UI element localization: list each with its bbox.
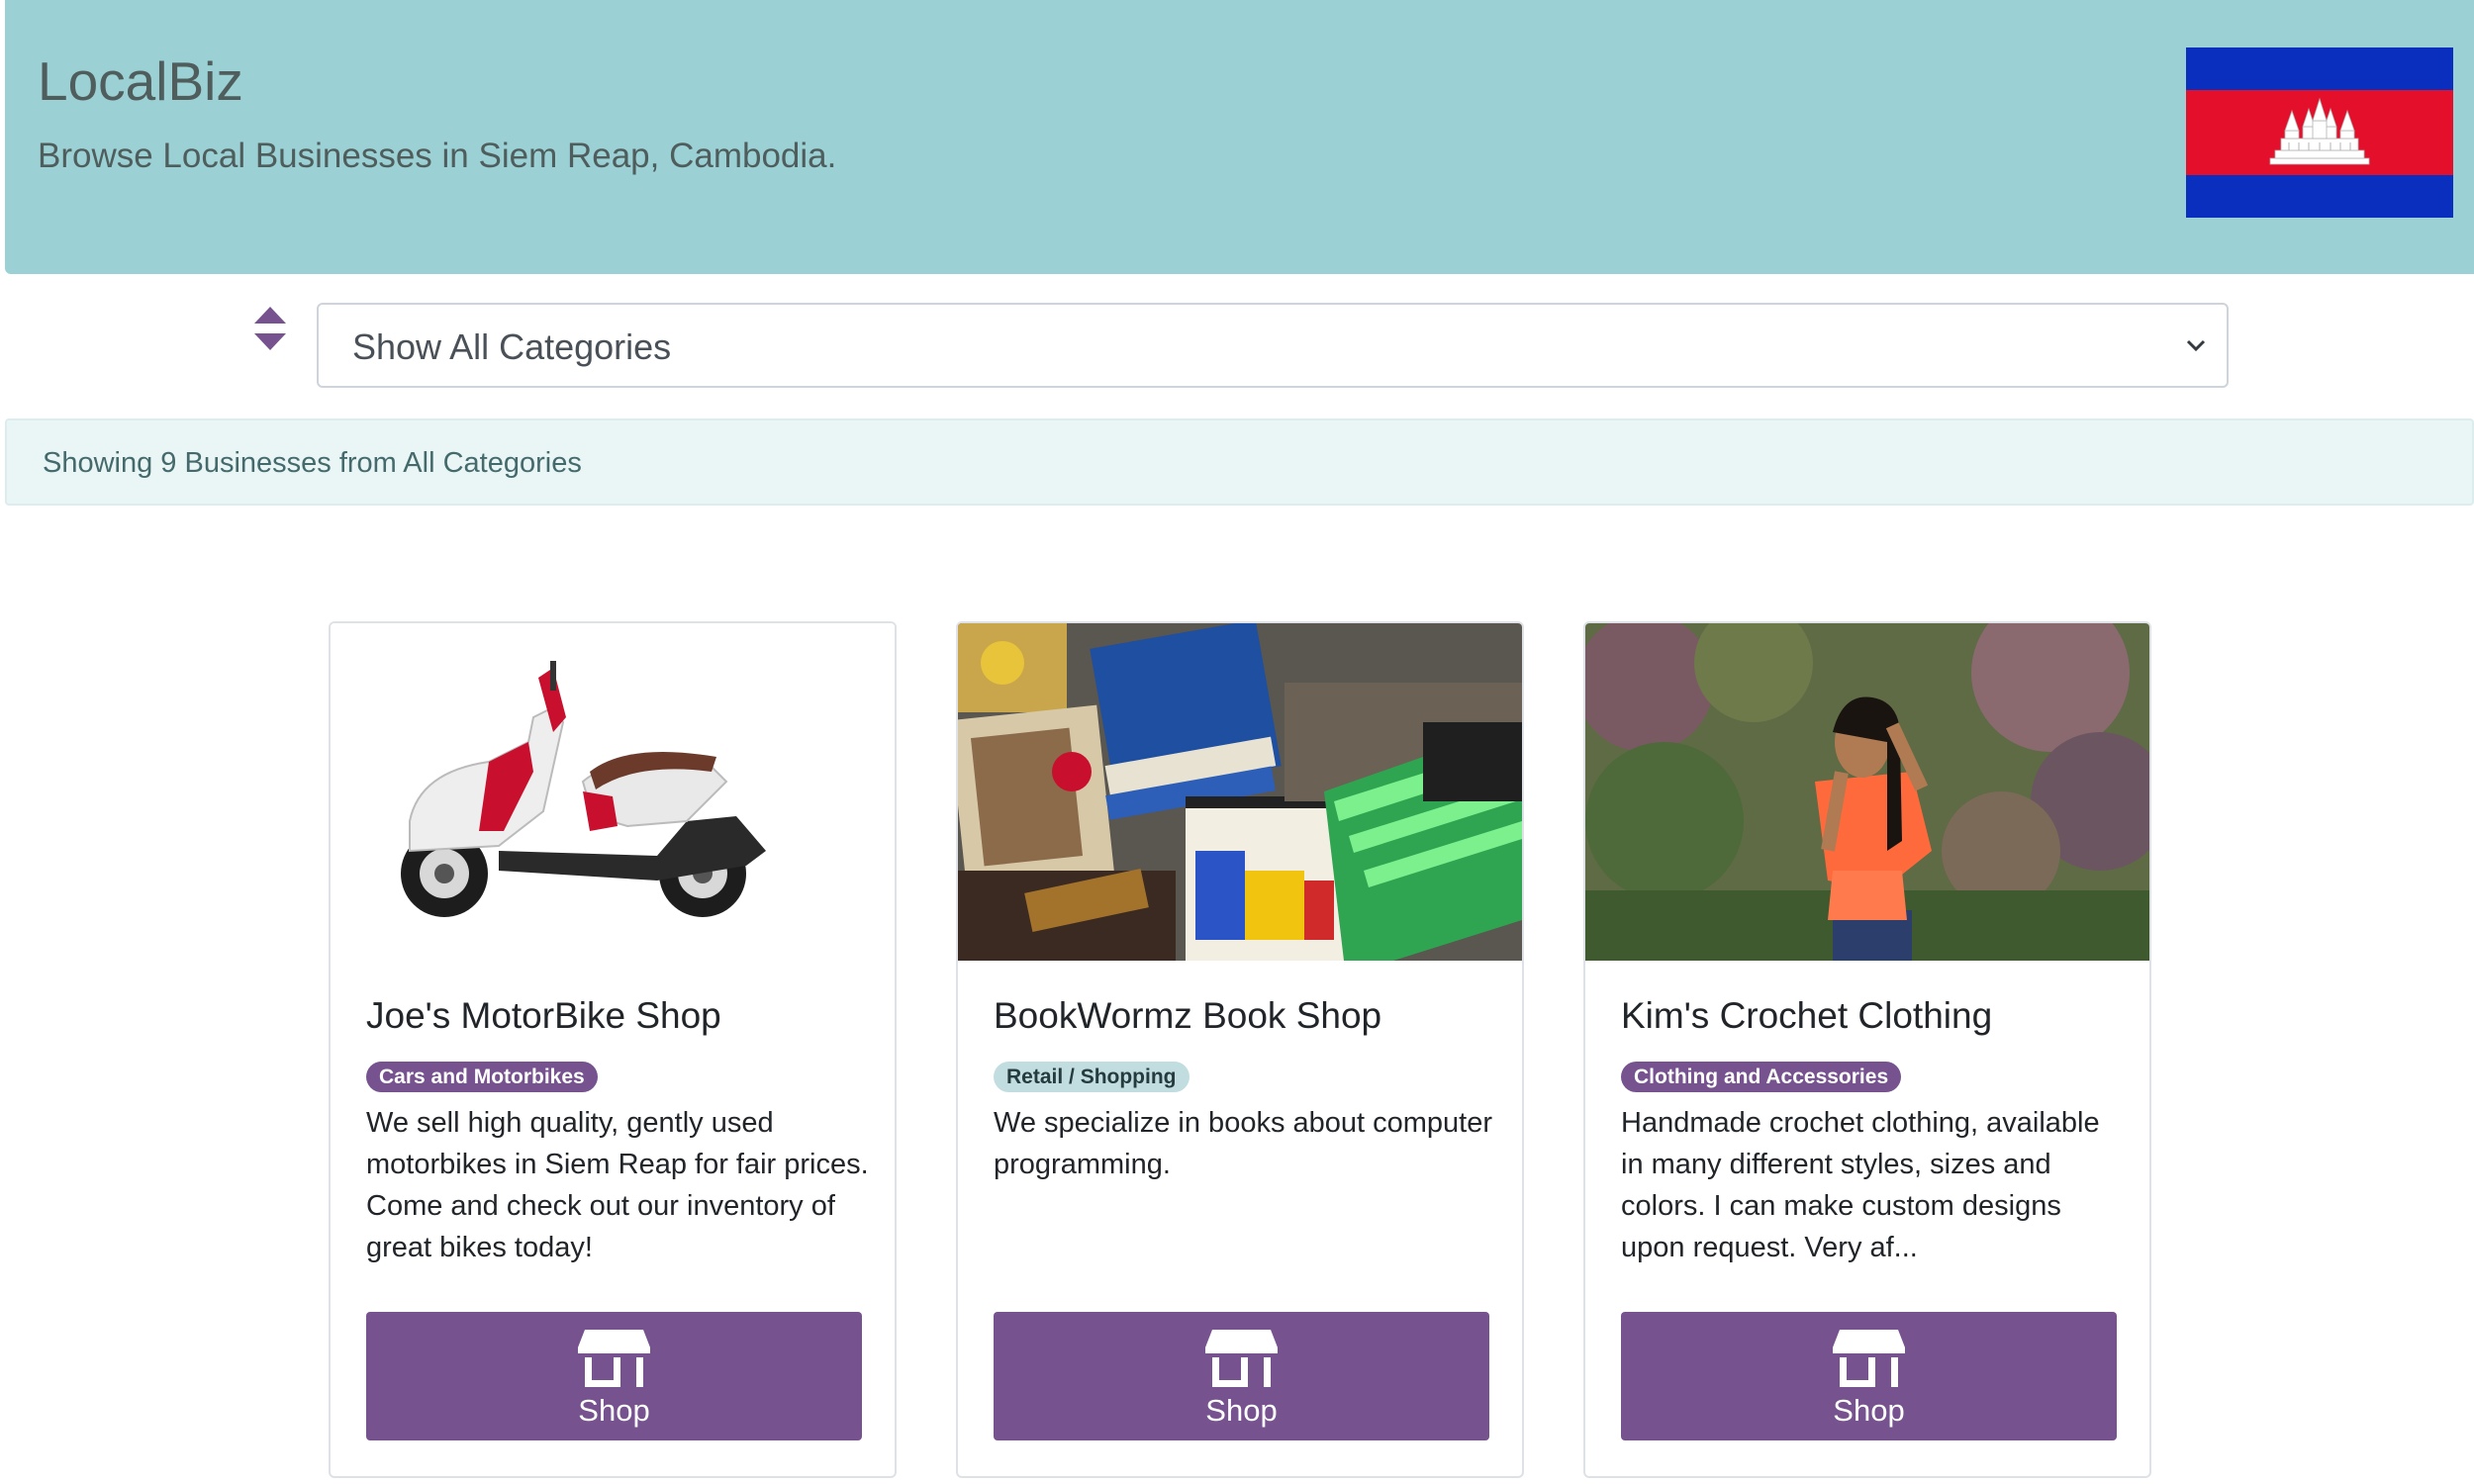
business-card: Joe's MotorBike Shop Cars and Motorbikes… bbox=[329, 621, 897, 1478]
business-title[interactable]: BookWormz Book Shop bbox=[994, 995, 1381, 1037]
category-badge: Retail / Shopping bbox=[994, 1062, 1189, 1092]
category-badge: Clothing and Accessories bbox=[1621, 1062, 1902, 1092]
site-brand[interactable]: LocalBiz bbox=[38, 49, 243, 113]
site-header: LocalBiz Browse Local Businesses in Siem… bbox=[5, 0, 2474, 274]
cambodia-flag-icon bbox=[2186, 47, 2453, 218]
category-select[interactable]: Show All Categories bbox=[317, 303, 2229, 388]
category-select-value: Show All Categories bbox=[352, 326, 672, 367]
shop-button[interactable]: Shop bbox=[1621, 1312, 2117, 1440]
shop-button[interactable]: Shop bbox=[994, 1312, 1489, 1440]
shop-button[interactable]: Shop bbox=[366, 1312, 862, 1440]
shop-button-label: Shop bbox=[1205, 1393, 1278, 1428]
store-icon bbox=[1833, 1330, 1905, 1387]
business-description: We specialize in books about computer pr… bbox=[994, 1107, 1493, 1180]
chevron-down-icon bbox=[2186, 339, 2206, 352]
business-title[interactable]: Kim's Crochet Clothing bbox=[1621, 995, 1992, 1037]
business-title[interactable]: Joe's MotorBike Shop bbox=[366, 995, 721, 1037]
business-image bbox=[1585, 623, 2149, 961]
results-info-alert: Showing 9 Businesses from All Categories bbox=[5, 418, 2474, 506]
store-icon bbox=[578, 1330, 650, 1387]
business-image bbox=[958, 623, 1522, 961]
business-card: Kim's Crochet Clothing Clothing and Acce… bbox=[1583, 621, 2151, 1478]
store-icon bbox=[1205, 1330, 1278, 1387]
shop-button-label: Shop bbox=[578, 1393, 650, 1428]
business-description: Handmade crochet clothing, available in … bbox=[1621, 1107, 2100, 1263]
results-count-text: Showing 9 Businesses from All Categories bbox=[43, 447, 582, 479]
business-image bbox=[331, 623, 895, 961]
business-description: We sell high quality, gently used motorb… bbox=[366, 1107, 869, 1263]
category-badge: Cars and Motorbikes bbox=[366, 1062, 598, 1092]
sort-icon[interactable] bbox=[253, 305, 287, 352]
shop-button-label: Shop bbox=[1833, 1393, 1905, 1428]
site-tagline: Browse Local Businesses in Siem Reap, Ca… bbox=[38, 137, 837, 175]
business-card: BookWormz Book Shop Retail / Shopping We… bbox=[956, 621, 1524, 1478]
